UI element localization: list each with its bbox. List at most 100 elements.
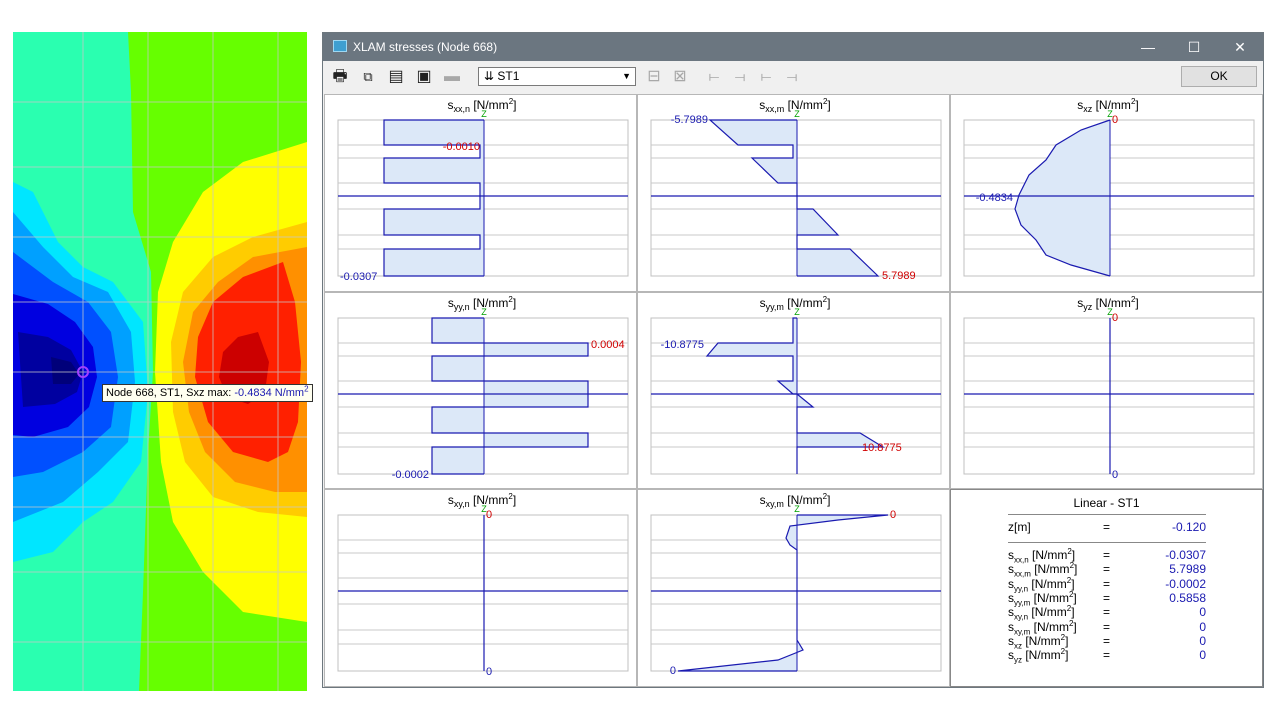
min-value-label: 5.7989: [882, 270, 916, 282]
tooltip-unit-exp: 2: [304, 384, 309, 394]
panel-syy-m: syy,m [N/mm2] Z -10.8775 10.8775: [637, 292, 950, 489]
window-title: XLAM stresses (Node 668): [353, 40, 498, 54]
max-value-label: -10.8775: [661, 339, 704, 351]
info-row-label: syz [N/mm2]: [1008, 647, 1069, 665]
info-row-value: -0.0307: [1165, 548, 1206, 562]
info-row-eq: =: [1103, 590, 1111, 605]
info-row: syz [N/mm2] = 0: [1008, 647, 1206, 665]
info-row-label: sxx,n [N/mm2]: [1008, 547, 1076, 565]
section-2-icon[interactable]: ⊠: [669, 67, 691, 87]
close-button[interactable]: ✕: [1217, 33, 1263, 61]
section-icon[interactable]: ⊟: [643, 67, 665, 87]
info-row-eq: =: [1103, 648, 1111, 663]
max-value-label: 0: [890, 509, 896, 521]
z-axis-label: Z: [794, 109, 800, 119]
info-row-eq: =: [1103, 605, 1111, 620]
panel-syz: syz [N/mm2] Z 0 0: [950, 292, 1263, 489]
contour-plot: [13, 32, 307, 691]
info-row: sxy,m [N/mm2] = 0: [1008, 618, 1206, 636]
info-z-label: z[m]: [1008, 520, 1031, 534]
info-row-value: 0.5858: [1169, 590, 1206, 605]
min-value-label: 0: [670, 665, 676, 677]
maximize-button[interactable]: ☐: [1171, 33, 1217, 61]
z-axis-label: Z: [794, 504, 800, 514]
info-row-value: 0: [1199, 605, 1206, 620]
info-row-label: sxz [N/mm2]: [1008, 632, 1069, 651]
info-row-eq: =: [1103, 562, 1111, 577]
info-row-value: -0.0002: [1165, 576, 1206, 591]
info-row-label: sxy,n [N/mm2]: [1008, 604, 1075, 622]
max-value-label: -5.7989: [671, 114, 708, 126]
max-value-label: 0: [486, 509, 492, 521]
load-case-value: ST1: [497, 69, 520, 83]
line-3-icon[interactable]: ⟝: [755, 67, 777, 87]
chevron-down-icon: ▼: [622, 71, 631, 81]
info-row-label: syy,n [N/mm2]: [1008, 575, 1075, 593]
load-case-prefix-icon: ⇊: [484, 69, 495, 83]
ok-button[interactable]: OK: [1181, 66, 1257, 87]
info-z-value: -0.120: [1171, 520, 1206, 534]
panel-sxy-m: sxy,m [N/mm2] Z 0 0: [637, 489, 950, 687]
info-row-eq: =: [1103, 548, 1111, 562]
min-value-label: 10.8775: [862, 442, 902, 454]
info-row: sxy,n [N/mm2] = 0: [1008, 604, 1206, 622]
max-value-label: -0.0010: [443, 141, 480, 153]
min-value-label: 0: [486, 666, 492, 678]
stress-contour-view[interactable]: Node 668, ST1, Sxz max: -0.4834 N/mm2: [13, 32, 313, 691]
table-icon[interactable]: ▤: [385, 67, 407, 87]
min-value-label: 0: [1112, 469, 1118, 481]
info-row-value: 0: [1199, 633, 1206, 648]
panel-sxx-n: sxx,n [N/mm2] Z -0.0010 -0.0307: [324, 94, 637, 292]
info-row-value: 0: [1199, 619, 1206, 634]
xlam-stresses-dialog: XLAM stresses (Node 668) — ☐ ✕ 🖶 ⧉ ▤ ▣ ▬…: [322, 32, 1264, 688]
info-z-row: z[m] = -0.120: [1008, 520, 1206, 534]
min-value-label: -0.4834: [976, 192, 1013, 204]
panel-syy-n: syy,n [N/mm2] Z 0.0004 -0.0002: [324, 292, 637, 489]
plot-frame: [337, 514, 629, 672]
printer-icon[interactable]: 🖶: [329, 67, 351, 87]
info-row: syy,m [N/mm2] = 0.5858: [1008, 589, 1206, 608]
max-value-label: 0: [1112, 312, 1118, 324]
info-row-label: sxy,m [N/mm2]: [1008, 618, 1077, 636]
info-row: sxx,n [N/mm2] = -0.0307: [1008, 547, 1206, 565]
copy-icon[interactable]: ⧉: [357, 67, 379, 87]
tooltip-unit: N/mm: [274, 387, 305, 399]
info-row-label: syy,m [N/mm2]: [1008, 589, 1077, 608]
minimize-button[interactable]: —: [1125, 33, 1171, 61]
info-row-eq: =: [1103, 619, 1111, 634]
max-value-label: 0.0004: [591, 339, 625, 351]
info-box: Linear - ST1 z[m] = -0.120 sxx,n [N/mm2]…: [950, 489, 1263, 687]
info-title: Linear - ST1: [1073, 496, 1140, 510]
panel-sxy-n: sxy,n [N/mm2] Z 0 0: [324, 489, 637, 687]
info-row: sxx,m [N/mm2] = 5.7989: [1008, 561, 1206, 579]
toolbar: 🖶 ⧉ ▤ ▣ ▬ ⇊ ST1 ▼ ⊟ ⊠ ⟝ ⟞ ⟝ ⟞ OK: [323, 61, 1263, 94]
info-z-eq: =: [1103, 520, 1111, 534]
tooltip-text: Node 668, ST1, Sxz max:: [106, 387, 235, 399]
info-row-value: 5.7989: [1169, 562, 1206, 577]
info-row-value: 0: [1199, 648, 1206, 663]
min-value-label: -0.0307: [340, 271, 377, 283]
load-case-select[interactable]: ⇊ ST1 ▼: [478, 67, 636, 86]
info-row-eq: =: [1103, 633, 1111, 648]
z-axis-label: Z: [794, 307, 800, 317]
line-4-icon[interactable]: ⟞: [781, 67, 803, 87]
info-row: sxz [N/mm2] = 0: [1008, 632, 1206, 651]
panel-sxx-m: sxx,m [N/mm2] Z -5.7989 5.7989: [637, 94, 950, 292]
line-2-icon[interactable]: ⟞: [729, 67, 751, 87]
line-icon[interactable]: ⟝: [703, 67, 725, 87]
info-row-label: sxx,m [N/mm2]: [1008, 561, 1078, 579]
max-value-label: 0: [1112, 114, 1118, 126]
info-row-eq: =: [1103, 576, 1111, 591]
z-axis-label: Z: [481, 307, 487, 317]
title-bar[interactable]: XLAM stresses (Node 668) — ☐ ✕: [323, 33, 1263, 61]
z-axis-label: Z: [481, 109, 487, 119]
tooltip-value: -0.4834: [234, 387, 272, 399]
panel-sxz: sxz [N/mm2] Z 0 -0.4834: [950, 94, 1263, 292]
info-row: syy,n [N/mm2] = -0.0002: [1008, 575, 1206, 593]
export-icon[interactable]: ▬: [441, 67, 463, 87]
plot-frame: [963, 317, 1255, 475]
min-value-label: -0.0002: [392, 469, 429, 481]
app-icon: [333, 40, 347, 52]
report-icon[interactable]: ▣: [413, 67, 435, 87]
node-tooltip: Node 668, ST1, Sxz max: -0.4834 N/mm2: [102, 384, 313, 402]
